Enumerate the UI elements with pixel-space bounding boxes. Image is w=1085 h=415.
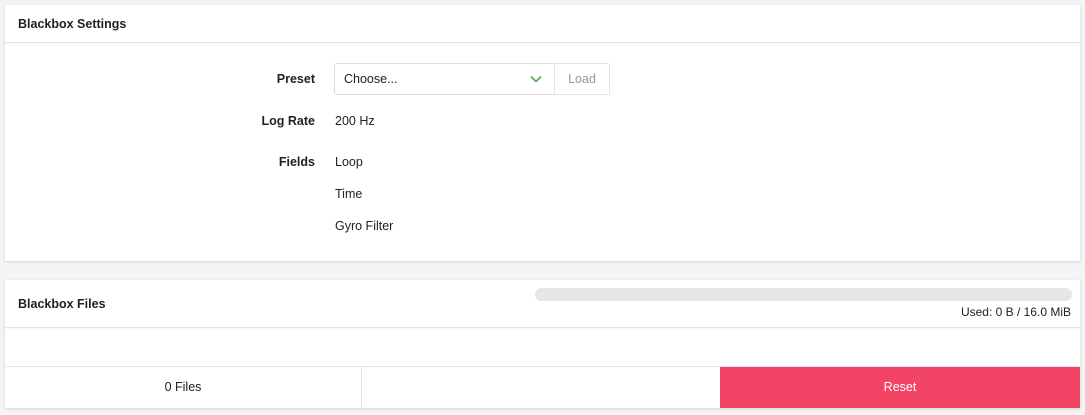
- file-count: 0 Files: [5, 367, 362, 408]
- field-item-time: Time: [335, 187, 363, 201]
- files-footer: 0 Files Reset: [5, 366, 1080, 408]
- files-header: Blackbox Files Used: 0 B / 16.0 MiB: [5, 280, 1080, 328]
- blackbox-settings-card: Blackbox Settings Preset Choose... Load …: [5, 5, 1080, 261]
- settings-title: Blackbox Settings: [18, 17, 127, 31]
- chevron-down-icon: [530, 76, 542, 83]
- blackbox-files-card: Blackbox Files Used: 0 B / 16.0 MiB 0 Fi…: [5, 280, 1080, 408]
- usage-text: Used: 0 B / 16.0 MiB: [960, 305, 1071, 319]
- footer-spacer: [362, 367, 720, 408]
- preset-label: Preset: [276, 72, 315, 86]
- field-item-gyro-filter: Gyro Filter: [335, 219, 394, 233]
- log-rate-value: 200 Hz: [335, 114, 375, 128]
- preset-select-value: Choose...: [344, 72, 398, 86]
- settings-header: Blackbox Settings: [5, 5, 1080, 43]
- usage-progress-bar: [535, 288, 1072, 301]
- files-title: Blackbox Files: [18, 297, 106, 311]
- fields-label: Fields: [278, 155, 315, 169]
- load-button[interactable]: Load: [554, 63, 610, 95]
- log-rate-label: Log Rate: [261, 114, 315, 128]
- reset-button[interactable]: Reset: [720, 367, 1080, 408]
- preset-select[interactable]: Choose...: [334, 63, 555, 95]
- field-item-loop: Loop: [335, 155, 363, 169]
